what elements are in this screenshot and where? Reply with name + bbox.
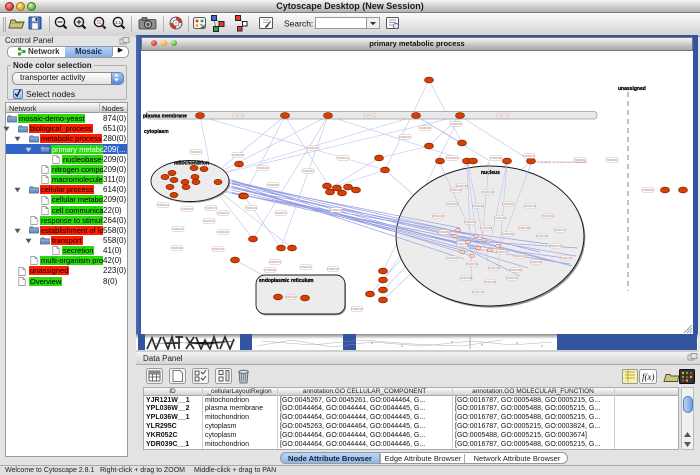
svg-text:YDR002C: YDR002C — [399, 135, 412, 139]
svg-text:YDR006C: YDR006C — [307, 146, 320, 150]
svg-text:YDR009C: YDR009C — [432, 214, 445, 218]
svg-text:YDR002C: YDR002C — [472, 290, 485, 294]
svg-text:YDR009C: YDR009C — [450, 188, 463, 192]
svg-text:YDR005C: YDR005C — [466, 262, 479, 266]
svg-text:cytoplasm: cytoplasm — [144, 129, 169, 135]
svg-text:YDR007C: YDR007C — [523, 154, 536, 158]
svg-text:YDR001C: YDR001C — [157, 203, 170, 207]
svg-text:YDR001C: YDR001C — [269, 260, 282, 264]
svg-text:YDR009C: YDR009C — [171, 246, 184, 250]
svg-text:YDR008C: YDR008C — [438, 230, 451, 234]
svg-text:unassigned: unassigned — [618, 86, 646, 92]
svg-text:YDR002C: YDR002C — [203, 219, 216, 223]
svg-text:YDR003C: YDR003C — [560, 256, 573, 260]
svg-text:YDR002C: YDR002C — [446, 256, 459, 260]
svg-text:YDR001C: YDR001C — [524, 204, 537, 208]
svg-text:YDR005C: YDR005C — [484, 280, 497, 284]
svg-text:YDR005C: YDR005C — [419, 126, 432, 130]
svg-text:YDR004C: YDR004C — [172, 227, 185, 231]
svg-text:YDR002C: YDR002C — [217, 230, 230, 234]
svg-text:YDR003C: YDR003C — [496, 250, 509, 254]
svg-text:YDR002C: YDR002C — [264, 268, 277, 272]
svg-text:YDR008C: YDR008C — [518, 226, 531, 230]
svg-text:YDR001C: YDR001C — [327, 267, 340, 271]
svg-text:YDR004C: YDR004C — [330, 208, 343, 212]
svg-text:YDR007C: YDR007C — [496, 114, 509, 118]
svg-text:YDR002C: YDR002C — [502, 202, 515, 206]
svg-text:YDR009C: YDR009C — [536, 234, 549, 238]
svg-text:YDR007C: YDR007C — [550, 244, 563, 248]
svg-text:YDR006C: YDR006C — [530, 260, 543, 264]
svg-text:1:1: 1:1 — [115, 20, 122, 25]
svg-text:YDR001C: YDR001C — [245, 206, 258, 210]
svg-text:YDR007C: YDR007C — [205, 206, 218, 210]
svg-text:YDR004C: YDR004C — [446, 202, 459, 206]
svg-text:YDR004C: YDR004C — [514, 254, 527, 258]
svg-text:YDR002C: YDR002C — [190, 150, 203, 154]
svg-text:YDR004C: YDR004C — [542, 214, 555, 218]
svg-text:YDR007C: YDR007C — [217, 211, 230, 215]
svg-text:YDR002C: YDR002C — [482, 190, 495, 194]
svg-text:YDR007C: YDR007C — [275, 211, 288, 215]
svg-text:YDR006C: YDR006C — [464, 220, 477, 224]
svg-text:intracellular membrane-bound o: intracellular membrane-bound organelle — [537, 160, 587, 164]
svg-text:YDR007C: YDR007C — [212, 247, 225, 251]
svg-text:YDR002C: YDR002C — [506, 276, 519, 280]
svg-text:YDR002C: YDR002C — [181, 207, 194, 211]
svg-text:YDR006C: YDR006C — [472, 204, 485, 208]
svg-text:YDR001C: YDR001C — [285, 295, 298, 299]
svg-text:YDR008C: YDR008C — [510, 268, 523, 272]
svg-text:YDR009C: YDR009C — [267, 183, 280, 187]
svg-text:YDR003C: YDR003C — [446, 156, 459, 160]
svg-text:endoplasmic reticulum: endoplasmic reticulum — [259, 278, 314, 284]
svg-text:YDR009C: YDR009C — [490, 156, 503, 160]
svg-text:YDR001C: YDR001C — [337, 156, 350, 160]
svg-text:f(x): f(x) — [642, 372, 655, 382]
svg-text:YDR006C: YDR006C — [232, 114, 245, 118]
svg-text:YDR004C: YDR004C — [300, 265, 313, 269]
svg-text:YDR003C: YDR003C — [364, 114, 377, 118]
svg-text:YDR006C: YDR006C — [502, 232, 515, 236]
svg-text:YDR008C: YDR008C — [460, 276, 473, 280]
svg-text:YDR009C: YDR009C — [488, 266, 501, 270]
svg-text:YDR009C: YDR009C — [642, 188, 655, 192]
svg-text:YDR009C: YDR009C — [450, 122, 463, 126]
svg-text:YDR007C: YDR007C — [554, 228, 567, 232]
svg-text:YDR008C: YDR008C — [480, 226, 493, 230]
svg-text:YDR004C: YDR004C — [302, 169, 315, 173]
svg-text:YDR002C: YDR002C — [494, 216, 507, 220]
svg-text:YDR009C: YDR009C — [232, 153, 245, 157]
svg-text:YDR003C: YDR003C — [606, 158, 619, 162]
svg-text:YDR001C: YDR001C — [351, 307, 364, 311]
svg-text:YDR002C: YDR002C — [257, 166, 270, 170]
svg-text:plasma membrane: plasma membrane — [143, 114, 187, 120]
svg-text:Search:: Search: — [284, 19, 313, 29]
svg-text:nucleus: nucleus — [481, 170, 500, 176]
